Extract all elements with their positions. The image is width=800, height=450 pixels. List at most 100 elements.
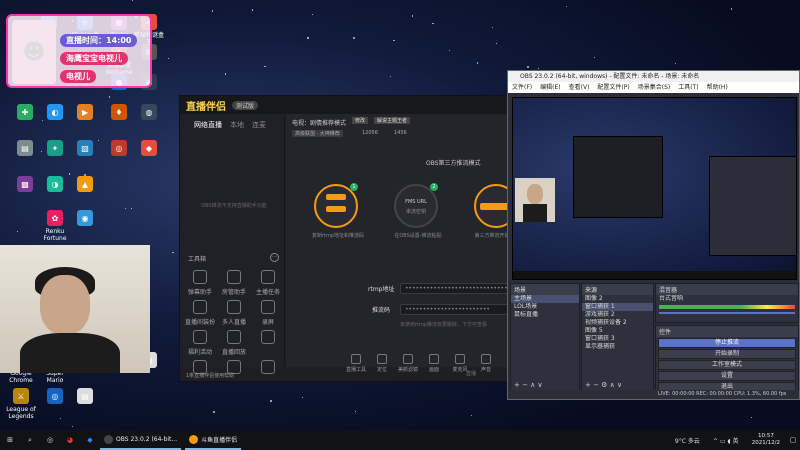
app-icon: ▤ xyxy=(77,388,93,404)
desktop-icon[interactable]: ◑ xyxy=(40,176,70,194)
app-icon: ♦ xyxy=(111,104,127,120)
toolbox-item[interactable] xyxy=(252,360,284,377)
category-button[interactable]: 解说主题王者 xyxy=(374,117,411,124)
stream-overlay: ☻ 直播时间：14:00 海鹰宝宝电视儿 电视儿 xyxy=(6,14,152,88)
toolbox-item[interactable]: 房管助手 xyxy=(218,270,250,296)
bottom-toolbar-button[interactable]: 美颜滤镜 xyxy=(394,354,422,373)
tool-icon xyxy=(193,300,207,314)
desktop-icon[interactable]: ▤ xyxy=(10,140,40,158)
taskbar-app[interactable]: 斗鱼直播伴侣 xyxy=(185,430,242,450)
desktop-icon[interactable]: ▩ xyxy=(10,176,40,194)
stream-key-label: 推流码 xyxy=(372,307,391,314)
controls-header: 控件 xyxy=(656,326,798,337)
desktop-icon[interactable]: ◎ xyxy=(40,388,70,406)
weather-widget[interactable]: 9°C 多云 xyxy=(669,430,706,450)
toolbox-item[interactable]: 多人直播 xyxy=(218,300,250,326)
menu-edit[interactable]: 编辑(E) xyxy=(540,82,560,93)
desktop-icon[interactable]: ✚ xyxy=(10,104,40,122)
desktop-icon[interactable]: ▲ xyxy=(70,176,100,194)
menu-tools[interactable]: 工具(T) xyxy=(678,82,698,93)
start-recording-button[interactable]: 开始录制 xyxy=(658,349,796,359)
rtmp-url-field[interactable]: •••••••••••••••••••••••••••••••• xyxy=(400,283,518,294)
menu-profile[interactable]: 配置文件(P) xyxy=(597,82,629,93)
tool-icon xyxy=(193,330,207,344)
app-logo: 直播伴侣 xyxy=(186,101,226,113)
desktop-icon[interactable]: ♦ xyxy=(104,104,134,122)
source-item[interactable]: 图像 2 xyxy=(582,295,653,303)
desktop-icon[interactable]: ⚔ League of Legends xyxy=(6,388,36,420)
bottom-toolbar-button[interactable]: 声音 xyxy=(472,354,500,373)
app-icon: ◆ xyxy=(141,140,157,156)
desktop-icon[interactable]: ◉ xyxy=(70,210,100,228)
bottom-toolbar-button[interactable]: 画面 xyxy=(420,354,448,373)
taskbar-clock[interactable]: 10:57 2021/12/2 xyxy=(746,433,786,447)
toolbox-item[interactable]: 录屏 xyxy=(252,300,284,326)
source-item[interactable]: 游戏捕获 2 xyxy=(582,311,653,319)
toolbox-item[interactable]: 福利活动 xyxy=(184,330,216,356)
step1-caption: 复制rtmp地址和推流码 xyxy=(311,233,365,239)
scene-item[interactable]: LOL场景 xyxy=(511,303,579,311)
tab-network-live[interactable]: 网络直播 xyxy=(194,120,222,130)
source-item[interactable]: 视频捕获设备 2 xyxy=(582,319,653,327)
desktop-icon[interactable]: ◍ xyxy=(134,104,164,122)
notification-icon[interactable]: ▢ xyxy=(786,430,800,450)
menu-view[interactable]: 查看(V) xyxy=(569,82,590,93)
sources-header: 来源 xyxy=(582,284,653,295)
menu-help[interactable]: 帮助(H) xyxy=(707,82,728,93)
stop-streaming-button[interactable]: 停止推流 xyxy=(658,338,796,348)
bottom-toolbar-button[interactable]: 定位 xyxy=(368,354,396,373)
tool-icon xyxy=(193,270,207,284)
source-item[interactable]: 窗口捕获 3 xyxy=(582,335,653,343)
menu-file[interactable]: 文件(F) xyxy=(512,82,532,93)
tencent-icon[interactable]: ◆ xyxy=(80,430,100,450)
start-icon[interactable]: ⊞ xyxy=(0,430,20,450)
desktop-icon[interactable]: ▧ xyxy=(70,140,100,158)
preview-taskbar xyxy=(513,271,796,279)
source-item[interactable]: 窗口捕获 1 xyxy=(582,303,653,311)
source-item[interactable]: 图像 5 xyxy=(582,327,653,335)
tool-label: 多人直播 xyxy=(221,319,246,326)
chrome-icon[interactable]: ◕ xyxy=(60,430,80,450)
desktop-icon[interactable]: ✿ Renku Fortune xyxy=(40,210,70,242)
source-item[interactable]: 显示器捕获 xyxy=(582,343,653,351)
stream-key-field[interactable]: •••••••••••••••••••••••• xyxy=(400,304,510,315)
desktop-icon[interactable]: ▶ xyxy=(70,104,100,122)
desktop-icon[interactable]: ▤ xyxy=(70,388,100,406)
desktop-icon[interactable]: ◐ xyxy=(40,104,70,122)
desktop-icon[interactable]: ◎ xyxy=(104,140,134,158)
tab-local[interactable]: 本地 xyxy=(230,120,244,130)
edit-title-button[interactable]: 修改 xyxy=(352,117,369,124)
help-link[interactable]: 1条直播伴侣使用帮助 xyxy=(186,372,234,379)
search-icon[interactable]: ⌕ xyxy=(20,430,40,450)
scene-item[interactable]: 主场景 xyxy=(511,295,579,303)
tool-icon xyxy=(227,270,241,284)
scene-item[interactable]: 鼠标直播 xyxy=(511,311,579,319)
app-icon: ▶ xyxy=(77,104,93,120)
steam-icon[interactable]: ◎ xyxy=(40,430,60,450)
toolbox-item[interactable]: 直播间装扮 xyxy=(184,300,216,326)
studio-mode-button[interactable]: 工作室模式 xyxy=(658,360,796,370)
taskbar-date: 2021/12/2 xyxy=(751,440,780,446)
desktop-icon[interactable]: ◆ xyxy=(134,140,164,158)
volume-slider[interactable] xyxy=(659,312,795,314)
tab-co-stream[interactable]: 连麦 xyxy=(252,120,266,130)
settings-button[interactable]: 设置 xyxy=(658,371,796,381)
toolbox-item[interactable]: 直播回放 xyxy=(218,330,250,356)
app-icon: ◐ xyxy=(47,104,63,120)
desktop-icon[interactable]: ✦ xyxy=(40,140,70,158)
menu-scene-collection[interactable]: 场景集合(S) xyxy=(638,82,671,93)
toolbar-icon xyxy=(403,354,413,364)
toolbox-item[interactable]: 弹幕助手 xyxy=(184,270,216,296)
toolbox-item[interactable] xyxy=(252,330,284,347)
scene-controls[interactable]: + − ∧ ∨ xyxy=(514,381,543,389)
obs-window: OBS 23.0.2 (64-bit, windows) - 配置文件: 未命名… xyxy=(507,70,800,400)
taskbar-app[interactable]: OBS 23.0.2 (64-bit... xyxy=(100,430,182,450)
toolbox-item[interactable]: 主播任务 xyxy=(252,270,284,296)
category-tag: 高级联盟 · 大神推荐 xyxy=(292,130,343,137)
bottom-toolbar-button[interactable]: 直播工具 xyxy=(342,354,370,373)
obs-preview[interactable] xyxy=(512,97,797,280)
source-controls[interactable]: + − ⚙ ∧ ∨ xyxy=(585,381,622,389)
tray-icons[interactable]: ^ ▭ ◖ 英 xyxy=(706,430,746,450)
rtmp-tip: 未使用rtmp推流有要删除，下方可查看 xyxy=(400,322,488,328)
more-options-icon[interactable]: ⋯ xyxy=(270,253,279,262)
